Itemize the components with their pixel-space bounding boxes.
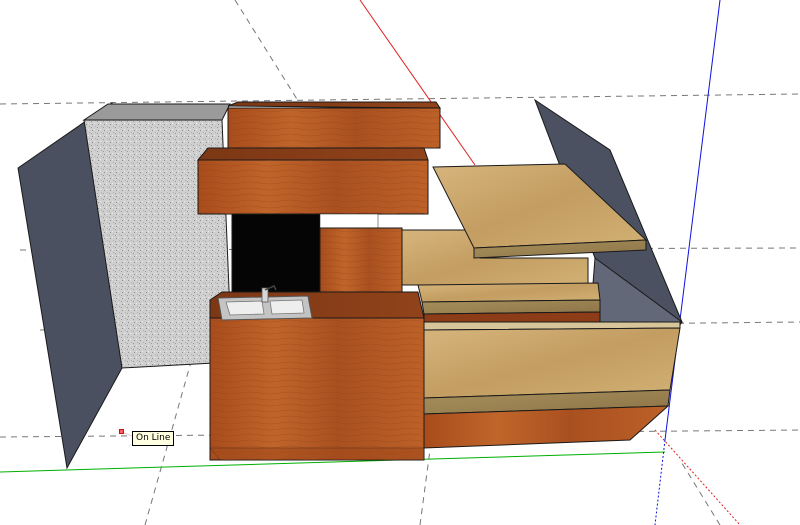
seat-wood-strip [423,311,601,323]
osb-seat-top[interactable] [417,282,601,303]
bench-wood-base[interactable] [423,405,670,449]
blue-axis [664,0,721,441]
red-point-marker [119,429,124,434]
red-axis-dotted [654,429,741,525]
cabinet-bottom-edge [209,447,425,461]
white-gap [319,213,379,229]
upper-cabinet-top-lip [227,101,441,109]
osb-bench-front[interactable] [423,327,681,399]
3d-scene[interactable] [0,0,800,525]
faucet-icon [261,287,269,303]
upper-cabinet-lower-lip [196,147,429,161]
granite-backsplash-top [82,103,231,121]
dark-opening [231,213,321,295]
modeling-viewport[interactable]: On Line [0,0,800,525]
inference-tooltip: On Line [132,431,175,446]
